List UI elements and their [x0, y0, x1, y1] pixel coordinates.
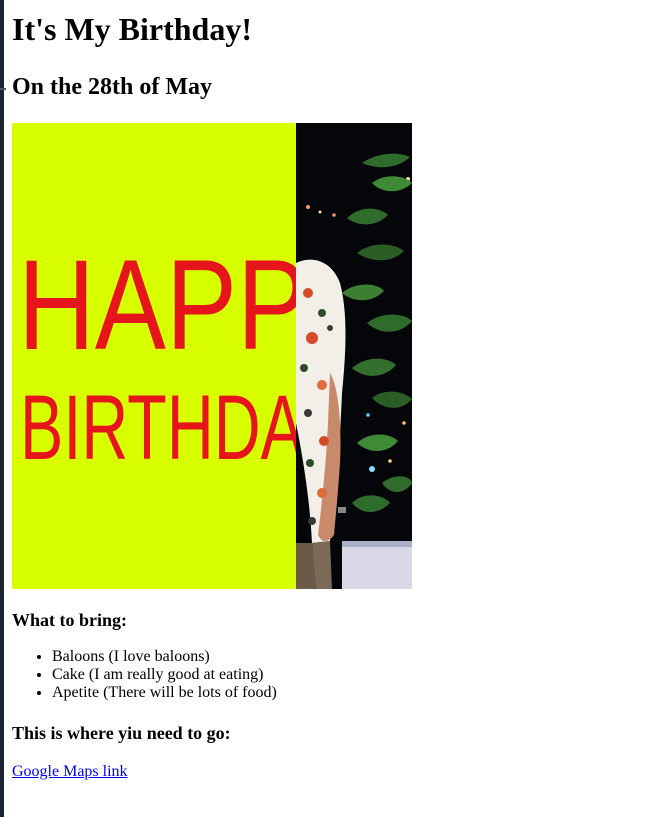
- page-title: It's My Birthday!: [12, 11, 252, 47]
- window-edge-marker: [0, 88, 6, 90]
- birthday-image: HAPP BIRTHDA: [12, 123, 412, 589]
- banner-line-2: BIRTHDA: [20, 377, 304, 479]
- directions-heading: This is where yiu need to go:: [12, 723, 231, 743]
- banner-line-1: HAPP: [18, 234, 308, 377]
- list-item: Baloons (I love baloons): [52, 648, 641, 666]
- list-item: Cake (I am really good at eating): [52, 666, 641, 684]
- table-edge: [342, 541, 412, 589]
- list-item: Apetite (There will be lots of food): [52, 684, 641, 702]
- window-edge: [0, 0, 4, 817]
- directions-link-row: Google Maps link: [12, 762, 641, 782]
- google-maps-link[interactable]: Google Maps link: [12, 763, 128, 780]
- bring-list: Baloons (I love baloons) Cake (I am real…: [12, 648, 641, 702]
- date-heading: On the 28th of May: [12, 74, 212, 100]
- page: It's My Birthday! On the 28th of May HAP…: [0, 0, 649, 817]
- bring-heading: What to bring:: [12, 610, 128, 630]
